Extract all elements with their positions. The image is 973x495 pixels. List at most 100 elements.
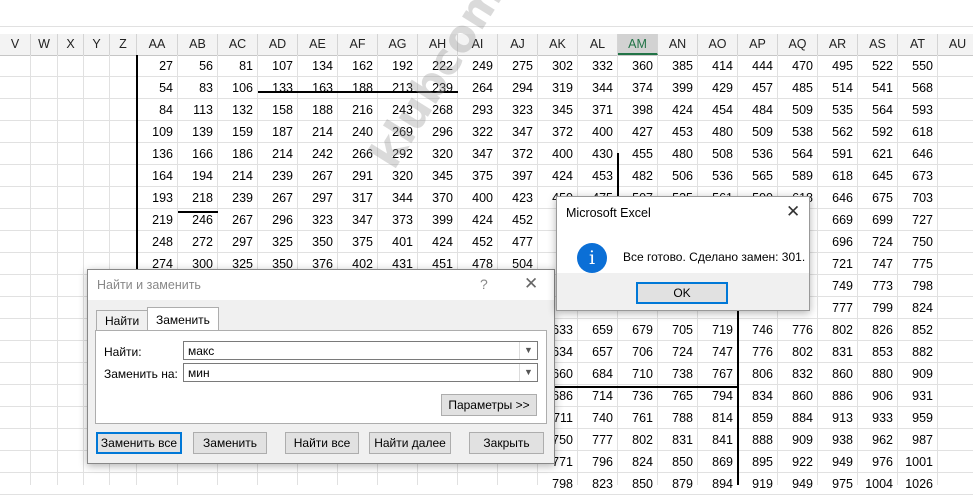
cell[interactable]: 216 [338,99,378,121]
cell[interactable]: 485 [778,77,818,99]
cell[interactable]: 938 [818,429,858,451]
cell[interactable]: 646 [898,143,938,165]
cell[interactable]: 320 [418,143,458,165]
find-all-button[interactable]: Найти все [285,432,359,454]
cell[interactable]: 424 [538,165,578,187]
cell[interactable]: 727 [898,209,938,231]
cell[interactable]: 345 [418,165,458,187]
cell[interactable]: 242 [298,143,338,165]
column-header-aq[interactable]: AQ [778,34,818,55]
cell[interactable]: 814 [698,407,738,429]
cell[interactable]: 423 [498,187,538,209]
cell[interactable]: 133 [258,77,298,99]
cell[interactable]: 714 [578,385,618,407]
column-header-af[interactable]: AF [338,34,378,55]
cell[interactable]: 424 [418,231,458,253]
replace-input[interactable]: мин ▼ [183,363,538,382]
column-header-am[interactable]: AM [618,34,658,55]
cell[interactable]: 162 [338,55,378,77]
cell[interactable]: 508 [698,143,738,165]
cell[interactable]: 107 [258,55,298,77]
column-header-au[interactable]: AU [938,34,973,55]
cell[interactable]: 166 [178,143,218,165]
cell[interactable]: 193 [137,187,178,209]
cell[interactable]: 909 [898,363,938,385]
cell[interactable]: 347 [498,121,538,143]
cell[interactable]: 113 [178,99,218,121]
cell[interactable]: 291 [338,165,378,187]
tab-find[interactable]: Найти [96,310,149,331]
cell[interactable]: 322 [458,121,498,143]
cell[interactable]: 802 [778,341,818,363]
cell[interactable]: 746 [738,319,778,341]
cell[interactable]: 679 [618,319,658,341]
cell[interactable]: 187 [258,121,298,143]
cell[interactable]: 987 [898,429,938,451]
cell[interactable]: 913 [818,407,858,429]
cell[interactable]: 317 [338,187,378,209]
cell[interactable]: 659 [578,319,618,341]
tab-replace[interactable]: Заменить [147,307,219,332]
cell[interactable]: 480 [698,121,738,143]
cell[interactable]: 219 [137,209,178,231]
cell[interactable]: 429 [698,77,738,99]
column-header-z[interactable]: Z [110,34,137,55]
cell[interactable]: 798 [538,473,578,495]
cell[interactable]: 84 [137,99,178,121]
cell[interactable]: 879 [658,473,698,495]
cell[interactable]: 740 [578,407,618,429]
cell[interactable]: 375 [338,231,378,253]
cell[interactable]: 136 [137,143,178,165]
cell[interactable]: 109 [137,121,178,143]
cell[interactable]: 56 [178,55,218,77]
cell[interactable]: 536 [738,143,778,165]
cell[interactable]: 374 [618,77,658,99]
cell[interactable]: 959 [898,407,938,429]
cell[interactable]: 188 [338,77,378,99]
cell[interactable]: 962 [858,429,898,451]
cell[interactable]: 724 [658,341,698,363]
cell[interactable]: 214 [258,143,298,165]
cell[interactable]: 591 [818,143,858,165]
cell[interactable]: 297 [298,187,338,209]
column-header-ad[interactable]: AD [258,34,298,55]
cell[interactable]: 424 [658,99,698,121]
cell[interactable]: 886 [818,385,858,407]
cell[interactable]: 736 [618,385,658,407]
cell[interactable]: 853 [858,341,898,363]
cell[interactable]: 344 [378,187,418,209]
cell[interactable]: 562 [818,121,858,143]
cell[interactable]: 375 [458,165,498,187]
cell[interactable]: 360 [618,55,658,77]
cell[interactable]: 239 [218,187,258,209]
cell[interactable]: 564 [858,99,898,121]
cell[interactable]: 592 [858,121,898,143]
cell[interactable]: 976 [858,451,898,473]
cell[interactable]: 949 [818,451,858,473]
cell[interactable]: 452 [458,231,498,253]
chevron-down-icon[interactable]: ▼ [519,364,537,381]
cell[interactable]: 832 [778,363,818,385]
cell[interactable]: 347 [338,209,378,231]
options-button[interactable]: Параметры >> [441,394,537,416]
cell[interactable]: 372 [498,143,538,165]
cell[interactable]: 933 [858,407,898,429]
cell[interactable]: 470 [778,55,818,77]
replace-all-button[interactable]: Заменить все [96,432,182,454]
cell[interactable]: 618 [818,165,858,187]
cell[interactable]: 414 [698,55,738,77]
cell[interactable]: 457 [738,77,778,99]
cell[interactable]: 869 [698,451,738,473]
cell[interactable]: 705 [658,319,698,341]
cell[interactable]: 657 [578,341,618,363]
replace-button[interactable]: Заменить [193,432,267,454]
cell[interactable]: 506 [658,165,698,187]
cell[interactable]: 823 [578,473,618,495]
cell[interactable]: 906 [858,385,898,407]
cell[interactable]: 302 [538,55,578,77]
cell[interactable]: 214 [298,121,338,143]
cell[interactable]: 296 [258,209,298,231]
cell[interactable]: 239 [258,165,298,187]
cell[interactable]: 400 [578,121,618,143]
cell[interactable]: 799 [858,297,898,319]
